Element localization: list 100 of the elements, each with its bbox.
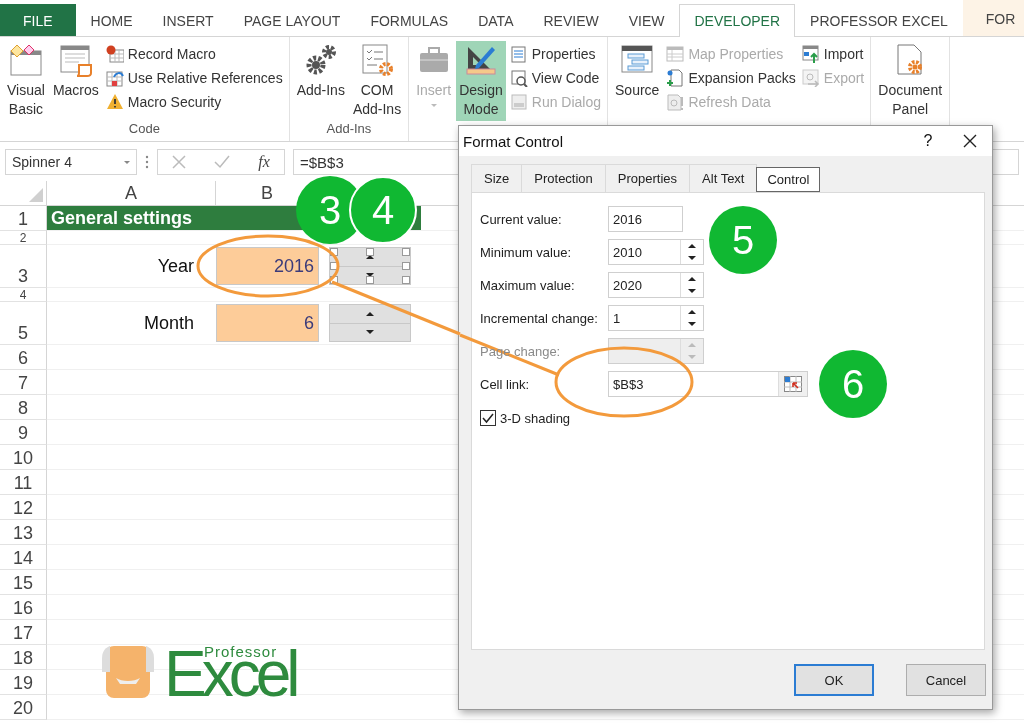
refresh-data-icon xyxy=(666,93,685,111)
checkbox[interactable] xyxy=(480,410,496,426)
down-arrow-icon[interactable] xyxy=(688,322,696,326)
row-header[interactable]: 16 xyxy=(0,595,47,620)
row-header[interactable]: 15 xyxy=(0,570,47,595)
grid-arrow-icon xyxy=(105,69,124,87)
name-box[interactable]: Spinner 4 xyxy=(5,149,137,175)
ribbon-button[interactable]: Source xyxy=(612,41,663,121)
row-header[interactable]: 8 xyxy=(0,395,47,420)
row-header[interactable]: 18 xyxy=(0,645,47,670)
document-plus-icon xyxy=(666,69,685,87)
row-header[interactable]: 17 xyxy=(0,620,47,645)
table-cell-text: Year xyxy=(156,254,195,278)
cancel-icon[interactable] xyxy=(172,155,187,169)
ribbon-tab[interactable]: REVIEW xyxy=(528,4,614,36)
row-header[interactable]: 12 xyxy=(0,495,47,520)
enter-icon[interactable] xyxy=(214,155,231,169)
spin-field[interactable]: 2010 xyxy=(608,239,704,265)
ribbon-tab[interactable]: FILE xyxy=(0,4,76,36)
code-view-icon xyxy=(509,69,528,87)
checkbox-label: 3-D shading xyxy=(500,410,571,426)
down-arrow-icon[interactable] xyxy=(366,330,374,335)
ribbon-tab[interactable]: DATA xyxy=(463,4,529,36)
import-icon xyxy=(801,45,820,63)
field-label: Current value: xyxy=(480,211,563,227)
ribbon-tab[interactable]: VIEW xyxy=(613,4,680,36)
table-cell: 6 xyxy=(216,304,319,342)
ribbon-button[interactable]: Visual Basic xyxy=(4,41,48,121)
column-header[interactable]: B xyxy=(261,182,273,204)
up-arrow-icon[interactable] xyxy=(366,254,374,259)
up-arrow-icon[interactable] xyxy=(688,244,696,248)
ribbon-button[interactable]: Record Macro xyxy=(105,45,283,63)
row-header[interactable]: 6 xyxy=(0,345,47,370)
step-badge: 4 xyxy=(349,176,417,244)
down-arrow-icon[interactable] xyxy=(688,289,696,293)
table-cell-text: Month xyxy=(142,311,195,335)
row-header[interactable]: 1 xyxy=(0,206,47,231)
macro-sheet-icon xyxy=(58,43,93,77)
field-label: Cell link: xyxy=(480,376,531,392)
ribbon-tab[interactable]: DEVELOPER xyxy=(679,4,796,37)
row-header[interactable]: 20 xyxy=(0,695,47,720)
dialog-button[interactable]: Cancel xyxy=(906,664,986,696)
row-header[interactable]: 9 xyxy=(0,420,47,445)
row-header[interactable]: 7 xyxy=(0,370,47,395)
field-label: Maximum value: xyxy=(480,277,576,293)
row-header[interactable]: 19 xyxy=(0,670,47,695)
up-arrow-icon[interactable] xyxy=(688,310,696,314)
row-header[interactable]: 4 xyxy=(0,288,47,302)
dialog-icon xyxy=(509,93,528,111)
select-all-icon[interactable] xyxy=(29,188,43,202)
column-header[interactable]: A xyxy=(125,182,137,204)
record-icon xyxy=(105,45,124,63)
close-icon[interactable] xyxy=(963,134,977,148)
input-field[interactable]: 2016 xyxy=(608,206,683,232)
ribbon-button[interactable]: Macros xyxy=(49,41,102,121)
ribbon-tab[interactable]: INSERT xyxy=(147,4,229,36)
up-arrow-icon[interactable] xyxy=(366,311,374,316)
range-picker-icon[interactable] xyxy=(784,376,802,392)
ribbon-button[interactable]: Document Panel xyxy=(875,41,946,121)
ribbon-tab[interactable]: FOR xyxy=(962,0,1024,36)
resize-handle[interactable] xyxy=(366,248,374,256)
table-cell: 2016 xyxy=(216,247,319,285)
field-label: Incremental change: xyxy=(480,310,599,326)
ribbon-button[interactable]: View Code xyxy=(509,69,602,87)
row-header[interactable]: 3 xyxy=(0,245,47,288)
dialog-button[interactable]: OK xyxy=(794,664,874,696)
spin-field[interactable]: 2020 xyxy=(608,272,704,298)
up-arrow-icon[interactable] xyxy=(688,277,696,281)
reference-field[interactable]: $B$3 xyxy=(608,371,808,397)
ribbon-button[interactable]: Use Relative References xyxy=(105,69,283,87)
ribbon-button[interactable]: Macro Security xyxy=(105,93,283,111)
spin-field[interactable]: 1 xyxy=(608,305,704,331)
ribbon-tab[interactable]: FORMULAS xyxy=(355,4,464,36)
row-header[interactable]: 5 xyxy=(0,302,47,345)
row-header[interactable]: 13 xyxy=(0,520,47,545)
down-arrow-icon[interactable] xyxy=(688,256,696,260)
down-arrow-icon[interactable] xyxy=(366,273,374,278)
drag-handle-icon[interactable] xyxy=(145,155,149,169)
ribbon-tab[interactable]: PROFESSOR EXCEL xyxy=(795,4,963,36)
ribbon-tab[interactable]: HOME xyxy=(75,4,148,36)
field-label: Minimum value: xyxy=(480,244,573,260)
row-header[interactable]: 10 xyxy=(0,445,47,470)
group-label: Add-Ins xyxy=(326,121,372,136)
dialog-tab[interactable]: Size xyxy=(471,164,523,192)
ribbon-tab[interactable]: PAGE LAYOUT xyxy=(228,4,356,36)
insert-function-button[interactable]: fx xyxy=(258,153,270,171)
group-label: Code xyxy=(128,121,160,136)
ribbon-button[interactable]: Properties xyxy=(509,45,602,63)
dialog-tab[interactable]: Control xyxy=(756,167,821,192)
row-header[interactable]: 11 xyxy=(0,470,47,495)
row-header[interactable]: 14 xyxy=(0,545,47,570)
ribbon-button[interactable]: Add-Ins xyxy=(293,41,348,121)
ribbon-button[interactable]: COM Add-Ins xyxy=(349,41,405,121)
row-header[interactable]: 2 xyxy=(0,231,47,245)
help-button[interactable]: ? xyxy=(908,132,948,150)
ribbon-button[interactable]: Design Mode xyxy=(456,41,506,121)
ribbon-button[interactable]: Import xyxy=(801,45,865,63)
warning-icon xyxy=(105,93,124,111)
resize-handle[interactable] xyxy=(366,276,374,284)
ribbon-button[interactable]: Expansion Packs xyxy=(666,69,796,87)
